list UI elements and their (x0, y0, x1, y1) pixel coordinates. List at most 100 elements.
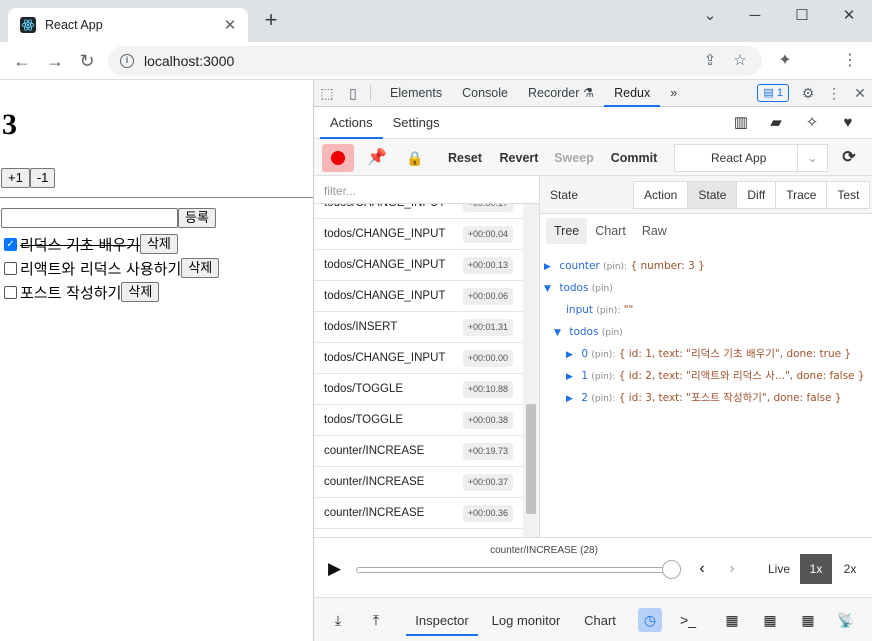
dock-right-icon[interactable]: ▦ (758, 608, 782, 632)
chat-icon[interactable]: ▰ (767, 114, 785, 132)
expand-arrow-icon[interactable]: ▶ (544, 257, 556, 277)
action-row[interactable]: todos/CHANGE_INPUT +00:00.00 (314, 343, 523, 374)
action-row[interactable]: todos/TOGGLE +00:00.38 (314, 405, 523, 436)
tab-search-icon[interactable]: ⌄ (695, 6, 725, 26)
url-text[interactable]: localhost:3000 (144, 53, 690, 69)
tab-tree[interactable]: Tree (546, 218, 588, 244)
tab-inspector[interactable]: Inspector (406, 606, 478, 636)
commit-button[interactable]: Commit (604, 144, 664, 172)
address-bar[interactable]: i localhost:3000 ⇪ ☆ (108, 46, 762, 76)
extensions-puzzle-icon[interactable]: ✦ (775, 51, 795, 71)
bookmark-star-icon[interactable]: ☆ (730, 51, 750, 71)
kebab-menu-icon[interactable]: ⋮ (821, 85, 847, 102)
heart-icon[interactable]: ♥ (839, 114, 857, 132)
inspect-element-icon[interactable]: ⬚ (314, 85, 340, 102)
collapse-arrow-icon[interactable]: ▼ (554, 323, 566, 343)
terminal-icon[interactable]: >_ (676, 608, 700, 632)
todo-checkbox[interactable]: ✓ (4, 237, 17, 251)
delete-todo-button[interactable]: 삭제 (181, 258, 220, 278)
action-row[interactable]: counter/INCREASE +00:00.36 (314, 498, 523, 529)
record-button[interactable] (322, 144, 354, 172)
remote-antenna-icon[interactable]: 📡 (834, 608, 858, 632)
step-back-icon[interactable]: ‹ (694, 560, 710, 578)
tab-raw[interactable]: Raw (634, 218, 675, 244)
tree-node-item[interactable]: ▶ 2 (pin): { id: 3, text: "포스트 작성하기", do… (566, 388, 842, 408)
more-tabs-icon[interactable]: » (660, 80, 687, 107)
docs-book-icon[interactable]: ▥ (732, 114, 750, 132)
device-toolbar-icon[interactable]: ▯ (340, 85, 366, 102)
delete-todo-button[interactable]: 삭제 (139, 234, 178, 254)
action-row[interactable]: todos/CHANGE_INPUT +00:00.04 (314, 219, 523, 250)
live-button[interactable]: Live (762, 554, 796, 584)
reload-button[interactable]: ↻ (75, 50, 99, 72)
todo-text[interactable]: 리액트와 리덕스 사용하기 (20, 258, 181, 279)
tree-node-input[interactable]: input (pin): "" (566, 300, 633, 320)
tab-trace[interactable]: Trace (776, 182, 828, 208)
dock-bottom-icon[interactable]: ▦ (796, 608, 820, 632)
dock-left-icon[interactable]: ▦ (720, 608, 744, 632)
action-row[interactable]: todos/TOGGLE +00:10.88 (314, 374, 523, 405)
revert-button[interactable]: Revert (494, 144, 544, 172)
new-tab-button[interactable]: + (260, 9, 282, 32)
lock-icon[interactable]: 🔒 (402, 144, 428, 172)
step-forward-icon[interactable]: › (724, 560, 740, 578)
collapse-arrow-icon[interactable]: ▼ (544, 279, 556, 299)
tab-log-monitor[interactable]: Log monitor (486, 606, 566, 636)
tree-node-counter[interactable]: ▶ counter (pin): { number: 3 } (544, 256, 705, 276)
tree-node-todos[interactable]: ▼ todos (pin) (544, 278, 613, 298)
instance-select[interactable]: React App ⌄ (674, 144, 828, 172)
tab-elements[interactable]: Elements (380, 80, 452, 107)
tab-test[interactable]: Test (827, 182, 869, 208)
import-icon[interactable]: ⤓ (326, 608, 350, 632)
slider-handle[interactable] (662, 560, 681, 579)
increase-button[interactable]: +1 (1, 168, 30, 188)
tab-redux[interactable]: Redux (604, 80, 661, 107)
speed-1x-button[interactable]: 1x (800, 554, 832, 584)
back-button[interactable]: ← (10, 50, 34, 72)
scrollbar-thumb[interactable] (526, 404, 536, 514)
tab-console[interactable]: Console (452, 80, 518, 107)
sweep-button[interactable]: Sweep (550, 144, 598, 172)
action-row[interactable]: counter/INCREASE +00:19.73 (314, 436, 523, 467)
expand-arrow-icon[interactable]: ▶ (566, 345, 578, 365)
todo-text[interactable]: 포스트 작성하기 (20, 282, 121, 303)
slider-track[interactable] (356, 567, 674, 573)
chrome-menu-icon[interactable]: ⋮ (840, 51, 860, 71)
todo-checkbox[interactable] (4, 285, 17, 299)
tree-node-todos-array[interactable]: ▼ todos (pin) (554, 322, 623, 342)
action-row[interactable]: todos/CHANGE_INPUT +00:00.13 (314, 250, 523, 281)
tree-node-item[interactable]: ▶ 1 (pin): { id: 2, text: "리액트와 리덕스 사...… (566, 366, 865, 386)
site-info-icon[interactable]: i (120, 54, 134, 68)
tab-chart[interactable]: Chart (587, 218, 634, 244)
action-row[interactable]: todos/CHANGE_INPUT +00:00.06 (314, 281, 523, 312)
action-row[interactable]: counter/INCREASE +00:00.37 (314, 467, 523, 498)
tab-state[interactable]: State (688, 182, 738, 208)
twitter-icon[interactable]: ✧ (803, 114, 821, 132)
tab-action[interactable]: Action (634, 182, 689, 208)
tab-recorder[interactable]: Recorder ⚗ (518, 80, 604, 107)
todo-text[interactable]: 리덕스 기초 배우기 (20, 234, 140, 255)
decrease-button[interactable]: -1 (29, 168, 56, 188)
timer-icon[interactable]: ◷ (638, 608, 662, 632)
tree-node-item[interactable]: ▶ 0 (pin): { id: 1, text: "리덕스 기초 배우기", … (566, 344, 851, 364)
action-list-scrollbar[interactable] (523, 204, 539, 537)
tab-actions[interactable]: Actions (320, 107, 383, 139)
tab-settings[interactable]: Settings (383, 107, 450, 139)
expand-arrow-icon[interactable]: ▶ (566, 367, 578, 387)
action-row[interactable]: todos/CHANGE_INPUT +00:00.17 (314, 204, 523, 219)
tab-diff[interactable]: Diff (737, 182, 777, 208)
add-todo-button[interactable]: 등록 (178, 208, 216, 228)
delete-todo-button[interactable]: 삭제 (121, 282, 160, 302)
close-devtools-icon[interactable]: ✕ (847, 85, 872, 102)
close-window-button[interactable]: ✕ (834, 6, 864, 26)
todo-checkbox[interactable] (4, 261, 17, 275)
browser-tab[interactable]: React App ✕ (8, 8, 248, 42)
reset-button[interactable]: Reset (444, 144, 486, 172)
play-icon[interactable]: ▶ (328, 560, 346, 578)
maximize-button[interactable]: ☐ (787, 6, 817, 26)
action-row[interactable]: todos/INSERT +00:01.31 (314, 312, 523, 343)
tab-chart-monitor[interactable]: Chart (576, 606, 624, 636)
close-tab-icon[interactable]: ✕ (222, 16, 238, 34)
minimize-button[interactable]: ─ (740, 6, 770, 26)
share-icon[interactable]: ⇪ (700, 51, 720, 71)
